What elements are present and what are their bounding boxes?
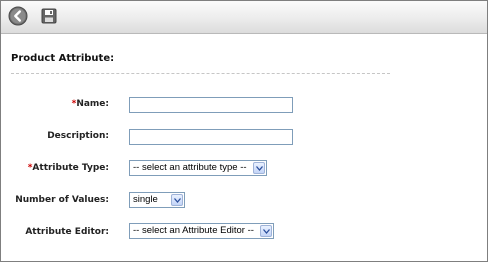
floppy-disk-icon [41,8,57,24]
name-label: *Name: [72,99,109,109]
attribute-type-label-text: Attribute Type: [32,163,109,173]
section-title: Product Attribute: [11,53,115,64]
number-of-values-select[interactable]: single [129,192,185,208]
save-button[interactable] [39,6,59,26]
attribute-editor-label: Attribute Editor: [25,227,109,237]
description-label: Description: [47,131,109,141]
back-arrow-icon [8,6,28,26]
divider [11,73,390,74]
attribute-editor-selected: -- select an Attribute Editor -- [133,225,254,236]
chevron-down-icon[interactable] [253,162,265,174]
name-input[interactable] [129,97,293,113]
name-label-text: Name: [76,99,109,109]
back-button[interactable] [8,6,28,26]
number-of-values-label: Number of Values: [15,195,109,205]
product-attribute-window: Product Attribute: *Name: Description: *… [0,0,488,262]
number-of-values-selected: single [133,194,158,205]
attribute-editor-select[interactable]: -- select an Attribute Editor -- [129,223,274,239]
attribute-type-select[interactable]: -- select an attribute type -- [129,160,267,176]
chevron-down-icon[interactable] [260,225,272,237]
attribute-type-selected: -- select an attribute type -- [133,162,247,173]
chevron-down-icon[interactable] [171,194,183,206]
description-input[interactable] [129,129,293,145]
toolbar [1,1,487,34]
attribute-type-label: *Attribute Type: [28,163,109,173]
